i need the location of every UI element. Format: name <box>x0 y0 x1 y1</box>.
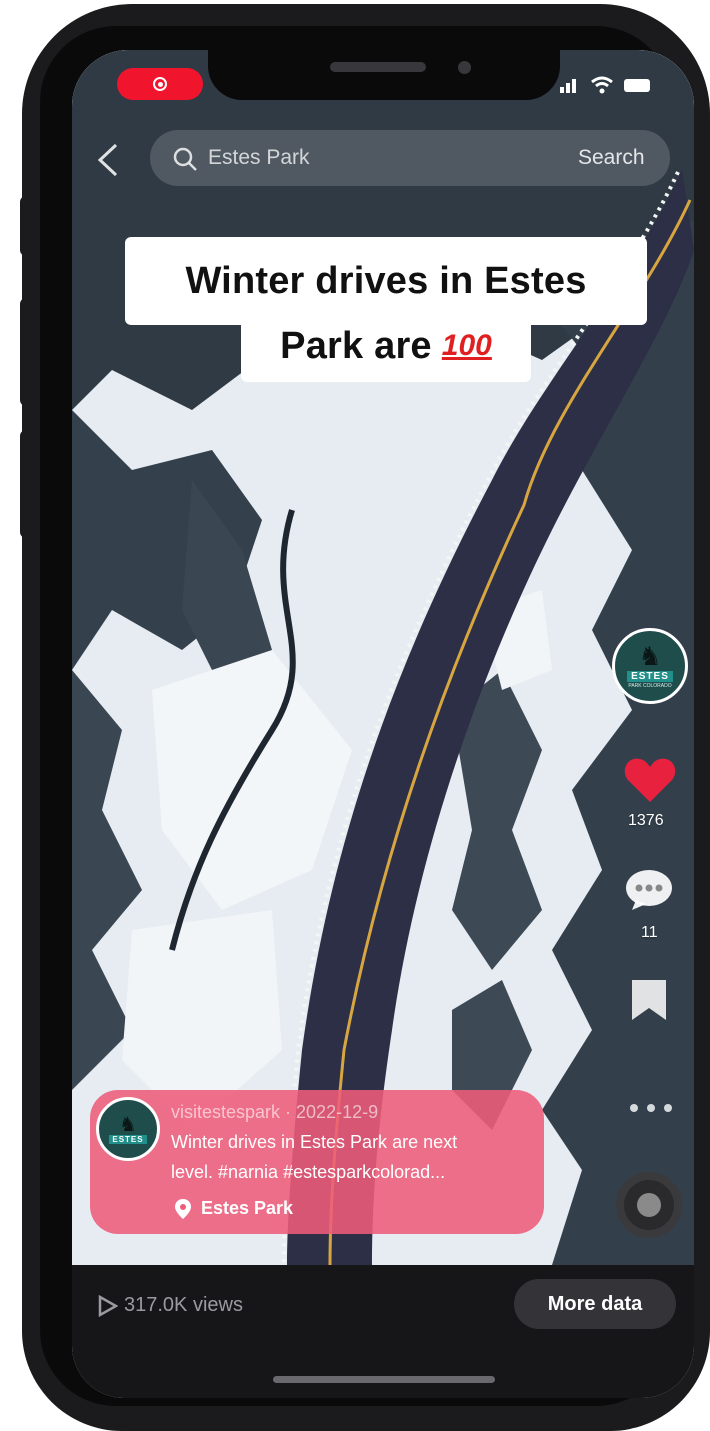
status-bar-icons <box>560 76 650 94</box>
back-arrow-icon[interactable] <box>96 143 120 177</box>
post-description-line2[interactable]: level. #narnia #estesparkcolorad... <box>171 1162 445 1183</box>
record-icon <box>153 77 167 91</box>
caption-line1: Winter drives in Estes <box>185 259 587 302</box>
home-indicator[interactable] <box>273 1376 495 1383</box>
search-query-text[interactable]: Estes Park <box>208 146 310 170</box>
view-count: 317.0K views <box>98 1294 243 1317</box>
play-icon <box>98 1294 118 1317</box>
music-disc-icon[interactable] <box>616 1172 682 1238</box>
avatar-sub-text: PARK COLORADO <box>628 683 672 689</box>
comment-icon[interactable] <box>624 868 674 912</box>
creator-avatar[interactable]: ♞ ESTES PARK COLORADO <box>612 628 688 704</box>
card-elk-logo-icon: ♞ <box>119 1113 137 1136</box>
screen-recording-indicator[interactable] <box>117 68 203 100</box>
card-avatar-brand-text: ESTES <box>109 1134 147 1144</box>
avatar-brand-text: ESTES <box>627 671 673 682</box>
post-description-line1: Winter drives in Estes Park are next <box>171 1132 458 1152</box>
video-frame-snowy-road <box>72 50 694 1265</box>
like-heart-icon[interactable] <box>624 756 676 804</box>
view-count-text: 317.0K views <box>124 1294 243 1316</box>
like-count: 1376 <box>628 812 664 829</box>
elk-logo-icon: ♞ <box>638 641 662 671</box>
caption-line2: Park are <box>280 324 432 367</box>
card-creator-avatar[interactable]: ♞ ESTES <box>96 1097 160 1161</box>
comment-count: 11 <box>641 924 658 941</box>
share-dots-icon[interactable] <box>628 1102 674 1114</box>
post-author-date[interactable]: visitestespark · 2022-12-9 <box>171 1102 378 1123</box>
more-data-button[interactable]: More data <box>514 1279 676 1329</box>
search-button[interactable]: Search <box>578 146 645 170</box>
hundred-points-emoji: 100 <box>441 329 492 362</box>
location-pin-icon <box>175 1198 191 1219</box>
caption-box-line2: Park are 100 <box>241 310 531 382</box>
search-icon <box>173 147 197 171</box>
post-location-text: Estes Park <box>201 1198 294 1218</box>
post-location[interactable]: Estes Park <box>175 1198 293 1219</box>
camera-notch <box>208 48 560 100</box>
signal-icon <box>560 79 576 93</box>
wifi-icon <box>591 76 613 94</box>
earpiece-speaker <box>330 62 426 72</box>
battery-icon <box>624 78 650 92</box>
bookmark-icon[interactable] <box>630 978 668 1022</box>
front-camera <box>458 61 471 74</box>
